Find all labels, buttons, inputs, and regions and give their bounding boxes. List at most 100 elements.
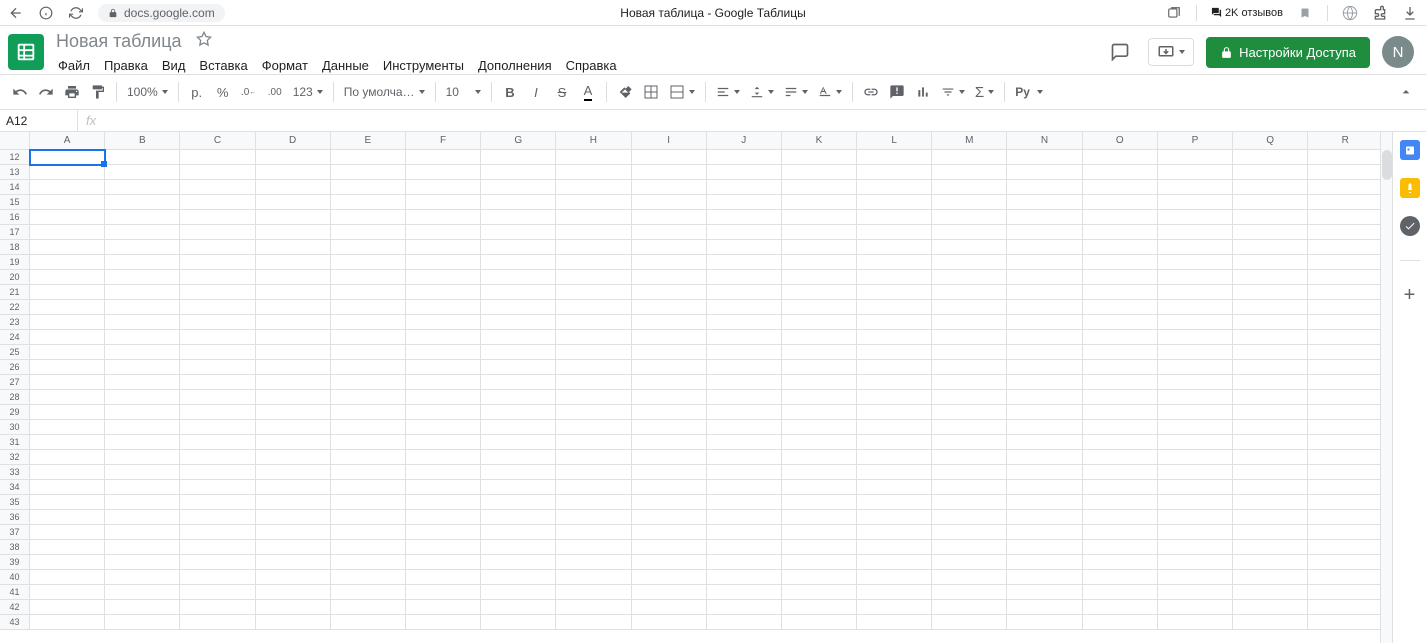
cell[interactable] <box>1308 600 1380 615</box>
cell[interactable] <box>1308 270 1380 285</box>
cell[interactable] <box>1308 405 1380 420</box>
cell[interactable] <box>1158 555 1233 570</box>
cell[interactable] <box>406 165 481 180</box>
cell[interactable] <box>406 240 481 255</box>
cell[interactable] <box>782 510 857 525</box>
row-header[interactable]: 38 <box>0 540 30 555</box>
cell[interactable] <box>1233 420 1308 435</box>
cell[interactable] <box>481 510 556 525</box>
cell[interactable] <box>256 525 331 540</box>
cell[interactable] <box>857 585 932 600</box>
redo-button[interactable] <box>34 79 58 105</box>
cell[interactable] <box>857 225 932 240</box>
cell[interactable] <box>556 495 631 510</box>
cell[interactable] <box>105 150 180 165</box>
cell[interactable] <box>1007 525 1082 540</box>
cell[interactable] <box>481 285 556 300</box>
percent-button[interactable]: % <box>211 79 235 105</box>
cell[interactable] <box>1233 435 1308 450</box>
row-header[interactable]: 12 <box>0 150 30 165</box>
row-header[interactable]: 33 <box>0 465 30 480</box>
cell[interactable] <box>1233 300 1308 315</box>
cell[interactable] <box>1083 150 1158 165</box>
cell[interactable] <box>1158 300 1233 315</box>
cell[interactable] <box>782 210 857 225</box>
cell[interactable] <box>1083 495 1158 510</box>
cell[interactable] <box>782 585 857 600</box>
cell[interactable] <box>632 450 707 465</box>
info-icon[interactable] <box>38 5 54 21</box>
column-header[interactable]: J <box>707 132 782 150</box>
cell[interactable] <box>857 510 932 525</box>
cell[interactable] <box>30 615 105 630</box>
cell[interactable] <box>556 300 631 315</box>
cell[interactable] <box>256 450 331 465</box>
cell[interactable] <box>932 615 1007 630</box>
cell[interactable] <box>632 495 707 510</box>
text-color-button[interactable]: A <box>576 79 600 105</box>
merge-cells-button[interactable] <box>665 84 699 100</box>
cell[interactable] <box>707 285 782 300</box>
cell[interactable] <box>857 315 932 330</box>
row-header[interactable]: 22 <box>0 300 30 315</box>
cell[interactable] <box>1233 495 1308 510</box>
cell[interactable] <box>1308 210 1380 225</box>
cell[interactable] <box>932 270 1007 285</box>
cell[interactable] <box>331 495 406 510</box>
cell[interactable] <box>1308 225 1380 240</box>
cell[interactable] <box>30 495 105 510</box>
cell[interactable] <box>406 315 481 330</box>
cell[interactable] <box>1158 405 1233 420</box>
cell[interactable] <box>406 585 481 600</box>
cell[interactable] <box>1233 525 1308 540</box>
cell[interactable] <box>932 390 1007 405</box>
row-header[interactable]: 40 <box>0 570 30 585</box>
url-box[interactable]: docs.google.com <box>98 4 225 22</box>
cell[interactable] <box>1233 345 1308 360</box>
cell[interactable] <box>331 165 406 180</box>
cell[interactable] <box>331 270 406 285</box>
cell[interactable] <box>1308 495 1380 510</box>
cell[interactable] <box>481 405 556 420</box>
cell[interactable] <box>481 330 556 345</box>
cell[interactable] <box>1158 270 1233 285</box>
cell[interactable] <box>1233 390 1308 405</box>
column-header[interactable]: N <box>1007 132 1082 150</box>
cell[interactable] <box>1158 435 1233 450</box>
cell[interactable] <box>105 600 180 615</box>
cell[interactable] <box>406 540 481 555</box>
cell[interactable] <box>1007 510 1082 525</box>
cell[interactable] <box>406 405 481 420</box>
cell[interactable] <box>857 285 932 300</box>
cell[interactable] <box>632 465 707 480</box>
cell[interactable] <box>932 420 1007 435</box>
cell[interactable] <box>406 150 481 165</box>
cell[interactable] <box>1158 315 1233 330</box>
currency-button[interactable]: р. <box>185 79 209 105</box>
cell[interactable] <box>331 330 406 345</box>
cell[interactable] <box>105 255 180 270</box>
cell[interactable] <box>932 225 1007 240</box>
cell[interactable] <box>1233 615 1308 630</box>
cell[interactable] <box>331 405 406 420</box>
cell[interactable] <box>932 600 1007 615</box>
cell[interactable] <box>932 540 1007 555</box>
cell[interactable] <box>1308 435 1380 450</box>
cell[interactable] <box>481 555 556 570</box>
fill-color-button[interactable] <box>613 79 637 105</box>
cell[interactable] <box>1158 600 1233 615</box>
cell[interactable] <box>857 480 932 495</box>
column-header[interactable]: R <box>1308 132 1380 150</box>
cell[interactable] <box>256 405 331 420</box>
cell[interactable] <box>180 465 255 480</box>
cell[interactable] <box>1083 540 1158 555</box>
cell[interactable] <box>406 330 481 345</box>
row-header[interactable]: 27 <box>0 375 30 390</box>
cell[interactable] <box>556 480 631 495</box>
cell[interactable] <box>1233 180 1308 195</box>
extensions-icon[interactable] <box>1372 5 1388 21</box>
cell[interactable] <box>556 180 631 195</box>
cell[interactable] <box>180 180 255 195</box>
cell[interactable] <box>1308 285 1380 300</box>
cell[interactable] <box>331 255 406 270</box>
